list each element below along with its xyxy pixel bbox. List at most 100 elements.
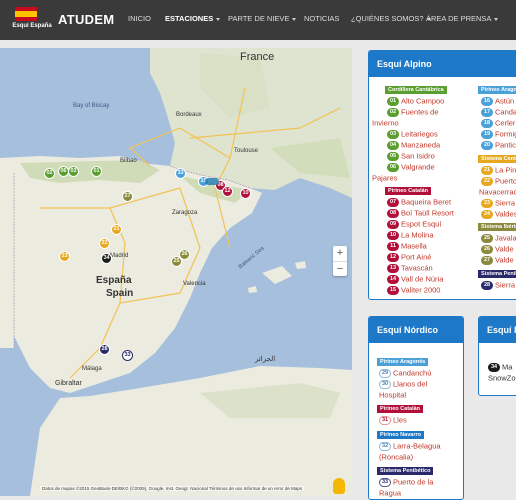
- station-link[interactable]: 26 Valde: [481, 244, 514, 254]
- station-link[interactable]: 21La Pinilla: [481, 165, 516, 175]
- map-label-bay-of-biscay: Bay of Biscay: [73, 103, 110, 109]
- nav-item-parte-de-nieve[interactable]: PARTE DE NIEVE: [228, 14, 297, 23]
- map-marker[interactable]: 26: [179, 249, 190, 260]
- station-link[interactable]: 27 Valde: [481, 255, 514, 265]
- station-link[interactable]: 09 Espot Esquí: [387, 219, 441, 229]
- station-link[interactable]: 31 Lles: [379, 415, 407, 425]
- nav-item-estaciones[interactable]: ESTACIONES: [165, 14, 221, 23]
- map-label-france: France: [240, 51, 275, 63]
- street-view-pegman-icon[interactable]: [333, 478, 345, 494]
- group-label-pirineo-aragones: Pirineo Aragonés: [377, 358, 429, 366]
- map-marker[interactable]: 03: [68, 166, 79, 177]
- map-marker[interactable]: 12: [222, 186, 233, 197]
- map-marker[interactable]: 02: [44, 168, 55, 179]
- station-link[interactable]: 32 Larra-Belagua: [379, 441, 441, 451]
- map-marker[interactable]: 23: [59, 251, 70, 262]
- station-link[interactable]: 20Panticos: [481, 140, 516, 150]
- group-label-sistema-central: Sistema Central: [478, 155, 516, 163]
- map-marker[interactable]: 01: [91, 166, 102, 177]
- map-label-madrid: Madrid: [110, 253, 129, 259]
- map-label-bordeaux: Bordeaux: [176, 112, 202, 118]
- marker-cluster[interactable]: [205, 178, 219, 185]
- map-label-malaga: Málaga: [82, 366, 102, 372]
- stations-map[interactable]: France Bay of Biscay España Spain Gibral…: [0, 48, 352, 496]
- station-link[interactable]: 04 Manzaneda: [387, 140, 440, 150]
- station-link-cont[interactable]: Navacerrada: [479, 187, 516, 197]
- station-link[interactable]: 14 Vall de Núria: [387, 274, 443, 284]
- indoor-panel: Esquí Indoor: [478, 316, 516, 396]
- station-link[interactable]: 07 Baqueira Beret: [387, 197, 451, 207]
- station-link[interactable]: 15 Valiter 2000: [387, 285, 440, 295]
- map-label-zaragoza: Zaragoza: [172, 210, 198, 216]
- station-link[interactable]: 01 Alto Campoo: [387, 96, 444, 106]
- zoom-control: + −: [333, 246, 347, 276]
- map-marker[interactable]: 27: [122, 191, 133, 202]
- alpino-title: Esquí Alpino: [369, 51, 516, 77]
- station-link[interactable]: 18 Cerler: [481, 118, 515, 128]
- station-link[interactable]: 17 Canda: [481, 107, 516, 117]
- brand-title[interactable]: ATUDEM: [58, 12, 114, 27]
- station-link[interactable]: 22 Puerto: [481, 176, 516, 186]
- caret-down-icon: [292, 17, 297, 21]
- map-marker[interactable]: 33: [175, 168, 186, 179]
- station-link[interactable]: 08 Boí Taüll Resort: [387, 208, 454, 218]
- group-label-pirineo-navarro: Pirineo Navarro: [377, 431, 424, 439]
- station-link-cont[interactable]: SnowZo: [488, 373, 516, 383]
- map-label-algiers: الجزائر: [255, 356, 276, 363]
- station-link[interactable]: 29 Candanchú: [379, 368, 431, 378]
- station-link[interactable]: 12 Port Ainé: [387, 252, 431, 262]
- station-link[interactable]: 33 Puerto de la: [379, 477, 433, 487]
- station-link[interactable]: 13 Tavascán: [387, 263, 433, 273]
- station-link[interactable]: 30 Llanos del: [379, 379, 427, 389]
- station-link[interactable]: 03 Leitariegos: [387, 129, 438, 139]
- group-label-sistema-penibetico: Sistema Penibético: [478, 270, 516, 278]
- zoom-out-button[interactable]: −: [333, 261, 347, 276]
- station-link-cont[interactable]: (Roncalia): [379, 452, 413, 462]
- group-label-sistema-penibetico: Sistema Penibético: [377, 467, 434, 475]
- map-marker[interactable]: 33: [122, 350, 133, 361]
- group-label-pirineo-catalan: Pirineo Catalán: [377, 405, 424, 413]
- map-label-espana: España: [96, 275, 132, 286]
- map-marker[interactable]: 10: [240, 188, 251, 199]
- station-link[interactable]: 24 Valdes: [481, 209, 516, 219]
- station-link[interactable]: 34 Ma: [488, 362, 512, 372]
- station-link-cont[interactable]: Pajares: [372, 173, 397, 183]
- nordico-title: Esquí Nórdico: [369, 317, 463, 343]
- group-label-pirineo-aragones: Pirineo Aragonés: [478, 86, 516, 94]
- map-label-toulouse: Toulouse: [234, 148, 259, 154]
- station-link[interactable]: 11 Masella: [387, 241, 427, 251]
- group-label-sistema-iberico: Sistema Ibérico: [478, 223, 516, 231]
- nav-item-inicio[interactable]: INICIO: [128, 14, 151, 23]
- top-navbar: Esquí España ATUDEM INICIO ESTACIONES PA…: [0, 0, 516, 40]
- map-label-valencia: Valencia: [183, 281, 206, 287]
- nav-item-noticias[interactable]: NOTICIAS: [304, 14, 339, 23]
- station-link[interactable]: 25 Javala: [481, 233, 516, 243]
- map-marker[interactable]: 28: [99, 344, 110, 355]
- map-label-spain: Spain: [106, 288, 134, 299]
- logo[interactable]: Esquí España: [8, 4, 56, 36]
- station-link-cont[interactable]: Ragua: [379, 488, 401, 498]
- nav-item-quienes-somos[interactable]: ¿QUIÉNES SOMOS?: [351, 14, 431, 23]
- map-marker[interactable]: 21: [111, 224, 122, 235]
- spain-flag-icon: [15, 7, 37, 21]
- station-link[interactable]: 02 Fuentes de: [387, 107, 439, 117]
- station-link[interactable]: 19Formig: [481, 129, 516, 139]
- nav-item-area-de-prensa[interactable]: ÁREA DE PRENSA: [426, 14, 499, 23]
- station-link[interactable]: 23 Sierra: [481, 198, 515, 208]
- caret-down-icon: [494, 17, 499, 21]
- map-label-bilbao: Bilbao: [120, 158, 137, 164]
- station-link-cont[interactable]: Hospital: [379, 390, 406, 400]
- station-link-cont[interactable]: Invierno: [372, 118, 399, 128]
- logo-text: Esquí España: [12, 23, 52, 29]
- zoom-in-button[interactable]: +: [333, 246, 347, 261]
- indoor-title: Esquí Indoor: [479, 317, 516, 343]
- map-marker[interactable]: 34: [101, 253, 112, 264]
- station-link[interactable]: 10 La Molina: [387, 230, 434, 240]
- map-marker[interactable]: 22: [99, 238, 110, 249]
- station-link[interactable]: 28 Sierra: [481, 280, 515, 290]
- group-label-pirineo-catalan: Pirineo Catalán: [385, 187, 432, 195]
- map-attribution[interactable]: Datos de mapas ©2015 GeoBasis-DE/BKG (©2…: [40, 486, 305, 491]
- station-link[interactable]: 06 Valgrande: [387, 162, 435, 172]
- station-link[interactable]: 16 Astún: [481, 96, 514, 106]
- station-link[interactable]: 05 San Isidro: [387, 151, 435, 161]
